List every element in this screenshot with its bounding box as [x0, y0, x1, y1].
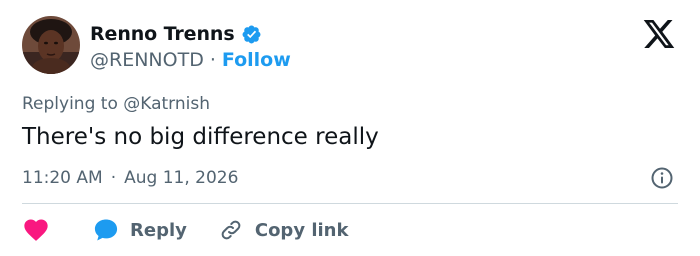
author-name-row: Renno Trenns [90, 21, 262, 47]
reply-button[interactable]: Reply [92, 216, 187, 244]
tweet-timestamp[interactable]: 11:20 AM · Aug 11, 2026 [22, 168, 238, 188]
copy-link-button[interactable]: Copy link [219, 218, 349, 242]
avatar[interactable] [22, 16, 80, 74]
reply-mention-link[interactable]: @Katrnish [123, 94, 210, 114]
separator-dot: · [209, 49, 216, 71]
copy-link-label: Copy link [254, 219, 349, 241]
tweet-text: There's no big difference really [22, 124, 379, 150]
divider [22, 203, 678, 204]
reply-context: Replying to @Katrnish [22, 94, 210, 114]
info-icon[interactable] [650, 166, 674, 190]
author-handle[interactable]: @RENNOTD [90, 49, 204, 71]
reply-context-prefix: Replying to [22, 94, 118, 114]
author-name[interactable]: Renno Trenns [90, 23, 235, 45]
tweet-time: 11:20 AM [22, 168, 103, 188]
action-bar: Reply Copy link [22, 214, 348, 246]
x-logo-icon[interactable] [642, 20, 676, 48]
follow-button[interactable]: Follow [222, 49, 291, 71]
reply-label: Reply [130, 219, 187, 241]
tweet-card: Renno Trenns @RENNOTD · Follow Replying … [0, 0, 700, 256]
heart-icon[interactable] [22, 216, 50, 244]
reply-bubble-icon [94, 219, 118, 241]
verified-badge-icon [242, 25, 260, 43]
tweet-date: Aug 11, 2026 [124, 168, 239, 188]
separator-dot: · [110, 168, 117, 188]
author-handle-row: @RENNOTD · Follow [90, 48, 291, 72]
link-icon [221, 220, 241, 240]
